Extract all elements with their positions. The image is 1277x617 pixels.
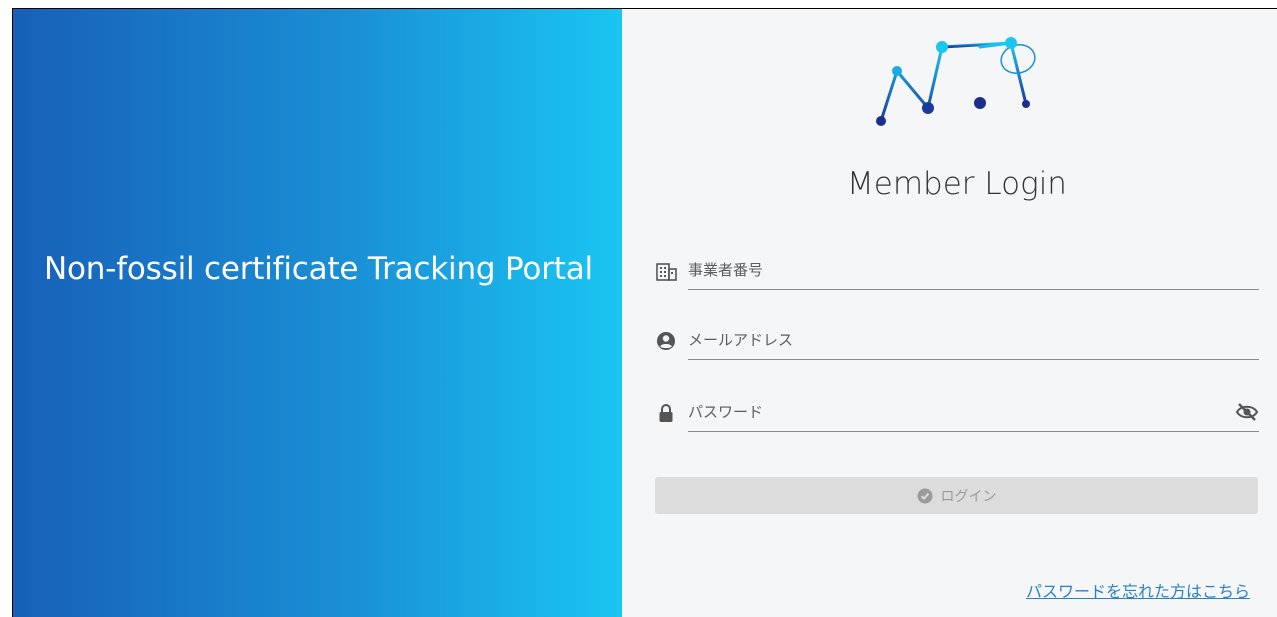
email-underline [688,359,1259,360]
password-underline [688,431,1259,432]
building-icon [656,263,677,281]
password-field[interactable]: パスワード [656,388,1259,432]
portal-title: Non-fossil certificate Tracking Portal [44,251,593,287]
check-circle-icon [917,488,932,503]
user-icon [657,332,675,350]
ntr-logo [876,37,1036,126]
lock-icon [659,404,673,422]
forgot-password-link[interactable]: パスワードを忘れた方はこちら [1026,578,1250,602]
login-button[interactable]: ログイン [655,477,1258,514]
eye-slash-icon[interactable] [1235,402,1259,422]
company-number-underline [688,289,1259,290]
email-field[interactable]: メールアドレス [656,316,1259,360]
company-number-input[interactable]: 事業者番号 [688,259,763,280]
login-button-label: ログイン [940,488,997,505]
email-input[interactable]: メールアドレス [688,329,793,350]
password-input[interactable]: パスワード [688,401,763,422]
hero-panel: Non-fossil certificate Tracking Portal [13,9,622,617]
login-heading: Member Login [847,166,1067,202]
company-number-field[interactable]: 事業者番号 [656,246,1259,290]
